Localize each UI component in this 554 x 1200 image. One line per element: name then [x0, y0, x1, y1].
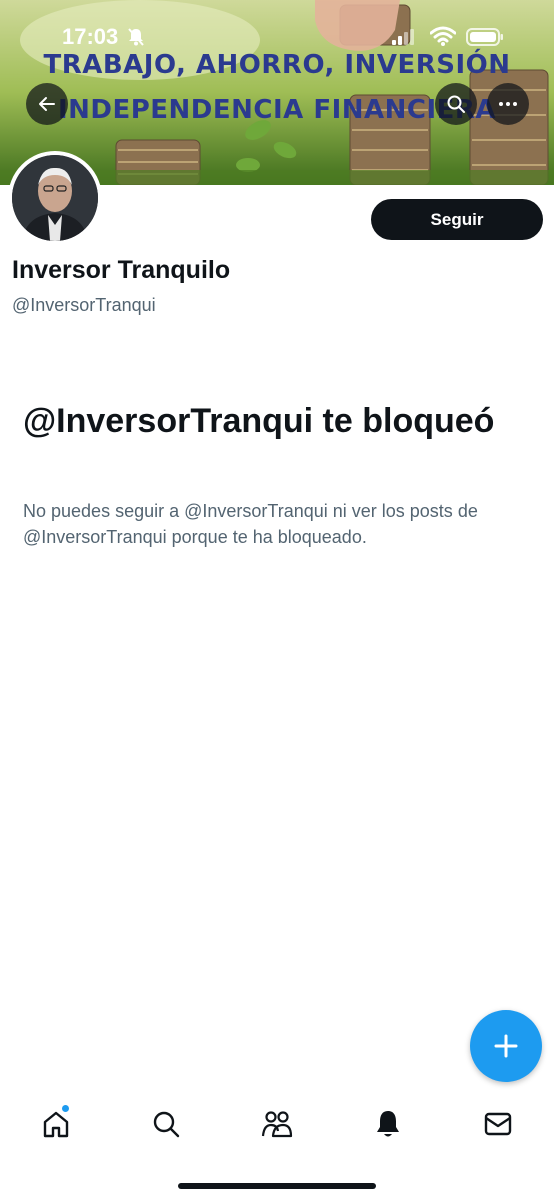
mail-icon	[484, 1112, 512, 1136]
unread-dot	[61, 1104, 70, 1113]
more-options-button[interactable]	[487, 83, 529, 125]
battery-icon	[466, 28, 503, 46]
blocked-title: @InversorTranqui te bloqueó	[23, 402, 495, 440]
profile-display-name: Inversor Tranquilo	[12, 256, 231, 284]
status-time: 17:03	[62, 24, 119, 49]
follow-button[interactable]: Seguir	[371, 199, 543, 240]
wifi-icon	[430, 26, 456, 46]
search-icon	[153, 1111, 180, 1138]
banner-text-line1: TRABAJO, AHORRO, INVERSIÓN	[43, 50, 511, 80]
nav-messages[interactable]	[468, 1104, 528, 1144]
avatar[interactable]	[8, 151, 102, 245]
nav-explore[interactable]	[136, 1104, 196, 1144]
communities-icon	[261, 1111, 293, 1138]
avatar-image	[12, 155, 98, 241]
arrow-left-icon	[39, 97, 55, 111]
back-button[interactable]	[26, 83, 68, 125]
cell-signal-icon	[392, 29, 414, 45]
bell-icon	[377, 1111, 399, 1137]
profile-handle: @InversorTranqui	[12, 295, 156, 315]
home-icon	[43, 1111, 69, 1138]
compose-button[interactable]	[470, 1010, 542, 1082]
silent-bell-icon	[128, 28, 144, 46]
home-indicator	[178, 1183, 376, 1189]
search-button[interactable]	[435, 83, 477, 125]
more-icon	[499, 102, 517, 106]
nav-communities[interactable]	[247, 1104, 307, 1144]
blocked-description: No puedes seguir a @InversorTranqui ni v…	[23, 501, 478, 547]
search-icon	[447, 95, 465, 113]
nav-home[interactable]	[26, 1104, 86, 1144]
plus-icon	[494, 1034, 518, 1058]
nav-notifications[interactable]	[358, 1104, 418, 1144]
